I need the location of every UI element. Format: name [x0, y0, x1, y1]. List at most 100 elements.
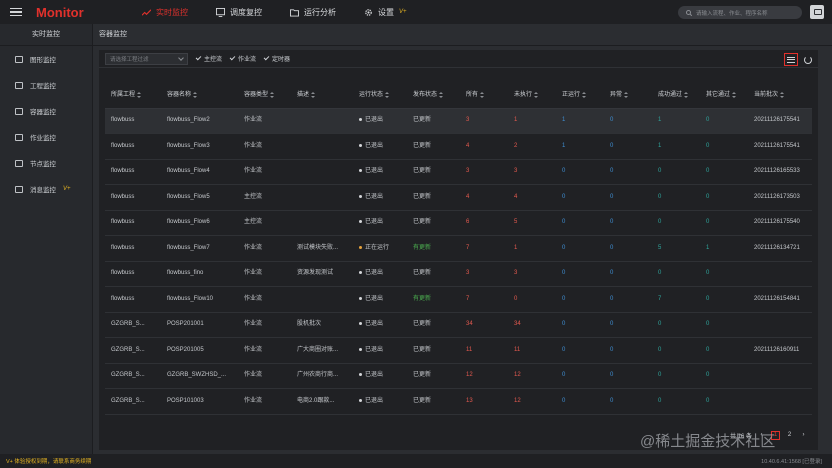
breadcrumb: 容器监控	[93, 24, 832, 46]
table-cell-type: 作业流	[238, 133, 291, 160]
table-cell-project: GZGRB_S...	[105, 388, 161, 415]
table-cell-status: 已退出	[353, 337, 407, 364]
table-row[interactable]: flowbuss flowbuss_Flow6 主控流 已退出 已更新 6 5 0 0 0 0 202…	[105, 210, 812, 236]
table-cell-other: 0	[700, 159, 748, 185]
sidebar-item-label: 容器监控	[30, 109, 56, 116]
sidebar-item-node-monitor[interactable]: 节点监控	[0, 150, 92, 176]
list-icon	[15, 133, 23, 141]
sidebar-item-message-monitor[interactable]: 消息监控 V+	[0, 176, 92, 202]
column-header[interactable]: 运行状态	[353, 80, 407, 109]
column-header[interactable]: 容器名称	[161, 80, 238, 109]
table-cell-all: 12	[460, 363, 508, 389]
column-header[interactable]: 未执行	[508, 80, 556, 109]
nav-realtime-monitor[interactable]: 实时监控	[128, 0, 202, 24]
pagination-next-icon[interactable]: ›	[799, 431, 808, 440]
column-header[interactable]: 所有	[460, 80, 508, 109]
column-header[interactable]: 发布状态	[407, 80, 460, 109]
table-cell-error: 0	[604, 337, 652, 364]
global-search[interactable]: 请输入流程、作业、程序名称	[678, 6, 802, 19]
connection-info: 10.40.6.41:1568 [已登录]	[761, 459, 822, 465]
column-header[interactable]: 其它通过	[700, 80, 748, 109]
table-cell-project: flowbuss	[105, 133, 161, 160]
status-dot-icon	[359, 118, 362, 122]
nav-label: 实时监控	[156, 7, 188, 17]
sidebar-item-graph-monitor[interactable]: 图形监控	[0, 46, 92, 72]
table-cell-other: 0	[700, 337, 748, 364]
nav-run-analysis[interactable]: 运行分析	[276, 0, 350, 24]
table-cell-pending: 2	[508, 133, 556, 160]
table-row[interactable]: GZGRB_S... GZGRB_SWZHSD_... 作业流 广州农商行商... 已退…	[105, 363, 812, 389]
table-cell-desc: 广大商圈对账...	[291, 337, 353, 364]
table-cell-desc: 资源发现测试	[291, 261, 353, 287]
table-cell-other: 0	[700, 388, 748, 415]
table-cell-other: 0	[700, 108, 748, 134]
table-cell-batch	[748, 363, 812, 389]
sidebar-item-container-monitor[interactable]: 容器监控	[0, 98, 92, 124]
table-row[interactable]: flowbuss flowbuss_Flow7 作业流 测试模块失败... 正在运行 有更…	[105, 235, 812, 262]
table-row[interactable]: GZGRB_S... POSP201005 作业流 广大商圈对账... 已退出 已更新 11…	[105, 337, 812, 364]
sidebar-item-project-monitor[interactable]: 工程监控	[0, 72, 92, 98]
table-cell-batch: 20211126134721	[748, 235, 812, 262]
table-cell-status: 已退出	[353, 261, 407, 287]
table-row[interactable]: flowbuss flowbuss_Flow2 作业流 已退出 已更新 3 1 1 0 1 0 202…	[105, 108, 812, 134]
table-cell-error: 0	[604, 235, 652, 262]
table-row[interactable]: flowbuss flowbuss_Flow3 作业流 已退出 已更新 4 2 1 0 1 0 202…	[105, 133, 812, 160]
column-header[interactable]: 异常	[604, 80, 652, 109]
column-header[interactable]: 容器类型	[238, 80, 291, 109]
table-cell-name: flowbuss_Flow10	[161, 286, 238, 313]
table-cell-name: flowbuss_Flow6	[161, 210, 238, 236]
sidebar: 实时监控 图形监控 工程监控 容器监控 作业监控 节点监控 消息监控 V+	[0, 24, 93, 454]
table-cell-running: 1	[556, 133, 604, 160]
column-header[interactable]: 正运行	[556, 80, 604, 109]
table-cell-all: 3	[460, 159, 508, 185]
table-cell-pub: 有更新	[407, 286, 460, 313]
table-cell-project: flowbuss	[105, 159, 161, 185]
table-cell-success: 0	[652, 159, 700, 185]
column-header[interactable]: 成功通过	[652, 80, 700, 109]
table-cell-pending: 12	[508, 363, 556, 389]
project-filter-select[interactable]: 请选择工程过滤	[105, 52, 188, 65]
table-cell-running: 0	[556, 159, 604, 185]
table-cell-all: 7	[460, 286, 508, 313]
table-cell-type: 作业流	[238, 159, 291, 185]
table-cell-batch: 20211126173503	[748, 184, 812, 211]
table-cell-running: 0	[556, 184, 604, 211]
table-row[interactable]: flowbuss flowbuss_fino 作业流 资源发现测试 已退出 已更新 3 3 0 0…	[105, 261, 812, 287]
table-cell-desc	[291, 108, 353, 134]
table-row[interactable]: flowbuss flowbuss_Flow4 作业流 已退出 已更新 3 3 0 0 0 0 202…	[105, 159, 812, 185]
pagination-page-next[interactable]: 2	[785, 431, 794, 440]
status-dot-icon	[359, 296, 362, 300]
nav-settings[interactable]: 设置 V+	[350, 0, 421, 24]
table-cell-error: 0	[604, 184, 652, 211]
table-cell-project: flowbuss	[105, 210, 161, 236]
table-cell-status: 已退出	[353, 133, 407, 160]
checkbox-master-flow[interactable]: 主控流	[195, 54, 222, 63]
checkbox-timer[interactable]: 定时器	[263, 54, 291, 63]
table-row[interactable]: flowbuss flowbuss_Flow10 作业流 已退出 有更新 7 0 0 0 7 0 20…	[105, 286, 812, 313]
menu-icon[interactable]	[10, 7, 22, 17]
column-header[interactable]: 描述	[291, 80, 353, 109]
table-cell-type: 作业流	[238, 286, 291, 313]
checkbox-label: 作业流	[238, 57, 257, 63]
column-header[interactable]: 所属工程	[105, 80, 161, 109]
table-row[interactable]: GZGRB_S... POSP101003 作业流 电商2.0跟款... 已退出 已更新 1…	[105, 388, 812, 415]
nav-schedule-control[interactable]: 调度复控	[202, 0, 276, 24]
table-row[interactable]: flowbuss flowbuss_Flow5 主控流 已退出 已更新 4 4 0 0 0 0 202…	[105, 184, 812, 211]
sidebar-item-job-monitor[interactable]: 作业监控	[0, 124, 92, 150]
sort-icon	[624, 91, 629, 98]
refresh-icon[interactable]	[804, 55, 812, 64]
table-cell-desc	[291, 210, 353, 236]
message-icon[interactable]	[810, 5, 824, 19]
sort-icon	[270, 91, 275, 98]
folder-icon	[290, 8, 299, 17]
brand-logo[interactable]: Monitor	[36, 5, 128, 20]
checkbox-job-flow[interactable]: 作业流	[229, 54, 257, 63]
table-body: flowbuss flowbuss_Flow2 作业流 已退出 已更新 3 1 1 0 1 0 202…	[105, 108, 812, 415]
column-settings-icon[interactable]	[784, 53, 798, 66]
column-header[interactable]: 当前批次	[748, 80, 812, 109]
table-row[interactable]: GZGRB_S... POSP201001 作业流 股机批次 已退出 已更新 34 34 0 0 0…	[105, 312, 812, 338]
sort-icon	[780, 91, 785, 98]
table-cell-batch: 20211126175541	[748, 133, 812, 160]
checkbox-label: 定时器	[272, 57, 291, 63]
table-cell-type: 作业流	[238, 363, 291, 389]
